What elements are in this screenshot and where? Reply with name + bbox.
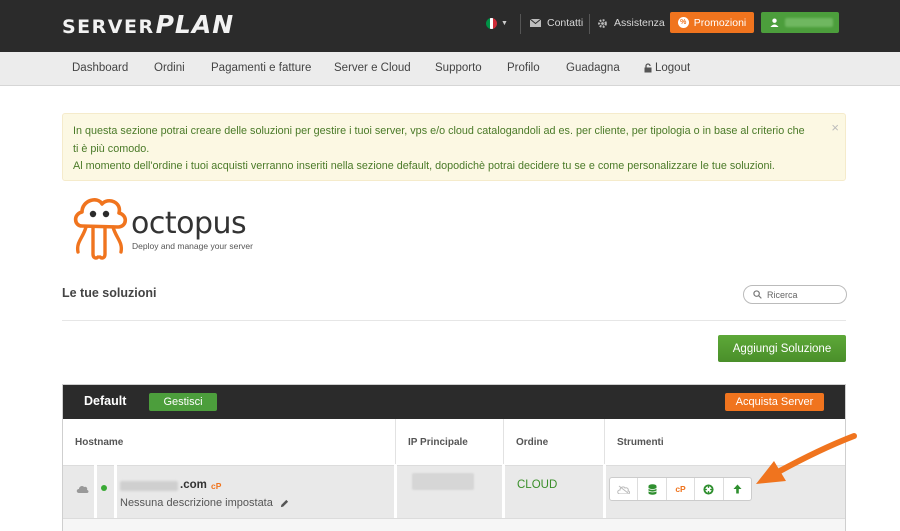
main-nav: Dashboard Ordini Pagamenti e fatture Ser…	[0, 52, 900, 86]
cpanel-icon: cP	[675, 484, 686, 494]
nav-support[interactable]: Supporto	[435, 62, 482, 74]
panel-header: Default Gestisci Acquista Server	[63, 385, 845, 419]
manage-button[interactable]: Gestisci	[149, 393, 217, 411]
user-icon	[770, 18, 779, 27]
search-placeholder: Ricerca	[767, 289, 798, 300]
ip-redacted	[412, 473, 474, 490]
search-icon	[753, 290, 762, 299]
table-row	[63, 518, 845, 531]
cpanel-badge: cP	[211, 481, 222, 491]
orange-pointer-arrow-icon	[756, 433, 857, 484]
buy-server-button[interactable]: Acquista Server	[725, 393, 824, 411]
cloud-icon	[76, 485, 89, 493]
top-bar: SERVER PLAN ▼ Contatti Assistenza % Prom…	[0, 0, 900, 52]
upgrade-arrow-icon	[733, 484, 742, 494]
octopus-mascot-icon	[73, 198, 128, 260]
tools-group: cP	[609, 477, 752, 501]
order-type[interactable]: CLOUD	[517, 479, 557, 491]
contact-link[interactable]: Contatti	[530, 16, 583, 30]
divider	[62, 320, 846, 321]
nav-orders[interactable]: Ordini	[154, 62, 185, 74]
support-label: Assistenza	[614, 17, 665, 29]
hostname-redacted	[120, 481, 178, 491]
nav-dashboard[interactable]: Dashboard	[72, 62, 128, 74]
chevron-down-icon[interactable]: ▼	[501, 20, 508, 27]
user-account-button[interactable]	[761, 12, 839, 33]
octopus-tagline: Deploy and manage your server	[132, 241, 253, 251]
tool-support[interactable]	[695, 478, 724, 500]
info-alert: In questa sezione potrai creare delle so…	[62, 113, 846, 181]
database-icon	[647, 483, 657, 495]
column-header-hostname: Hostname	[63, 419, 396, 464]
status-online-indicator	[101, 485, 107, 491]
pencil-icon[interactable]	[280, 499, 289, 508]
percent-icon: %	[677, 17, 689, 28]
close-icon[interactable]: ×	[831, 119, 839, 137]
nav-profile[interactable]: Profilo	[507, 62, 540, 74]
tool-database[interactable]	[638, 478, 667, 500]
panel-title: Default	[84, 394, 127, 408]
alert-line-1: In questa sezione potrai creare delle so…	[73, 125, 805, 155]
promotions-button[interactable]: % Promozioni	[670, 12, 754, 33]
alert-line-2: Al momento dell'ordine i tuoi acquisti v…	[73, 160, 775, 172]
tool-cpanel[interactable]: cP	[667, 478, 696, 500]
support-link[interactable]: Assistenza	[597, 16, 665, 30]
search-input[interactable]: Ricerca	[743, 285, 847, 304]
nav-logout[interactable]: Logout	[644, 62, 690, 74]
add-solution-button[interactable]: Aggiungi Soluzione	[718, 335, 846, 362]
gear-icon	[598, 18, 607, 28]
tool-cloud-off[interactable]	[610, 478, 639, 500]
host-description: Nessuna descrizione impostata	[120, 497, 273, 509]
nav-earn[interactable]: Guadagna	[566, 62, 620, 74]
column-header-order: Ordine	[504, 419, 605, 464]
envelope-icon	[530, 19, 541, 27]
cloud-off-icon	[617, 485, 631, 494]
logo-part1: SERVER	[62, 16, 155, 38]
italian-flag-icon[interactable]	[486, 18, 497, 29]
serverplan-logo[interactable]: SERVER PLAN	[62, 10, 235, 39]
lifebuoy-icon	[703, 483, 714, 495]
lock-icon	[644, 63, 652, 73]
username-redacted	[785, 18, 833, 27]
hostname-suffix[interactable]: .com	[180, 479, 207, 491]
tool-upgrade[interactable]	[724, 478, 751, 500]
octopus-wordmark: octopus	[131, 206, 247, 241]
promotions-label: Promozioni	[693, 16, 747, 29]
divider	[520, 14, 521, 34]
nav-server-cloud[interactable]: Server e Cloud	[334, 62, 411, 74]
divider	[589, 14, 590, 34]
logo-part2: PLAN	[155, 10, 235, 39]
logout-label: Logout	[655, 62, 691, 74]
column-header-ip: IP Principale	[396, 419, 504, 464]
section-title: Le tue soluzioni	[62, 286, 157, 300]
nav-payments[interactable]: Pagamenti e fatture	[211, 62, 311, 74]
contact-label: Contatti	[547, 17, 584, 29]
